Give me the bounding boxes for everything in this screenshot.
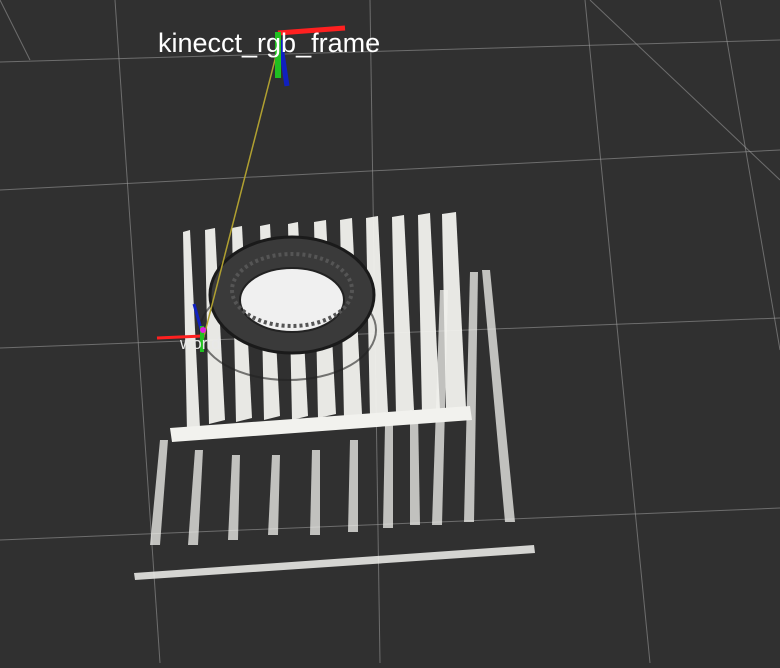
cloud-slat xyxy=(392,215,414,414)
grid-line xyxy=(0,149,780,191)
kinect-z-axis xyxy=(277,39,290,87)
cloud-slat-lower xyxy=(383,425,393,528)
kinect-x-axis xyxy=(277,25,346,36)
world-x-axis xyxy=(156,334,204,340)
cloud-slat xyxy=(183,230,200,432)
tire-hole xyxy=(239,267,345,333)
grid-line xyxy=(0,317,780,349)
cloud-slat-lower xyxy=(464,272,478,522)
scene-canvas[interactable] xyxy=(0,0,780,664)
grid-line xyxy=(584,0,651,664)
grid-line xyxy=(0,0,31,61)
grid-line xyxy=(0,39,780,63)
cloud-base-bar xyxy=(134,545,535,580)
cloud-slat xyxy=(418,213,440,414)
grid-line xyxy=(719,0,780,351)
cloud-slat-lower xyxy=(228,455,240,540)
cloud-slat-lower xyxy=(268,455,280,535)
cloud-slat-lower xyxy=(150,440,168,545)
cloud-slat-lower xyxy=(482,270,515,522)
world-origin-marker xyxy=(200,327,206,333)
rviz-3d-viewport[interactable]: kinecct_rgb_frame world xyxy=(0,0,780,664)
cloud-slat-lower xyxy=(310,450,320,535)
grid-line xyxy=(114,0,161,664)
cloud-slat-lower xyxy=(348,440,358,532)
cloud-slat-lower xyxy=(410,410,420,525)
grid-line xyxy=(589,0,780,181)
cloud-slat-lower xyxy=(188,450,203,545)
ground-grid xyxy=(0,0,780,664)
